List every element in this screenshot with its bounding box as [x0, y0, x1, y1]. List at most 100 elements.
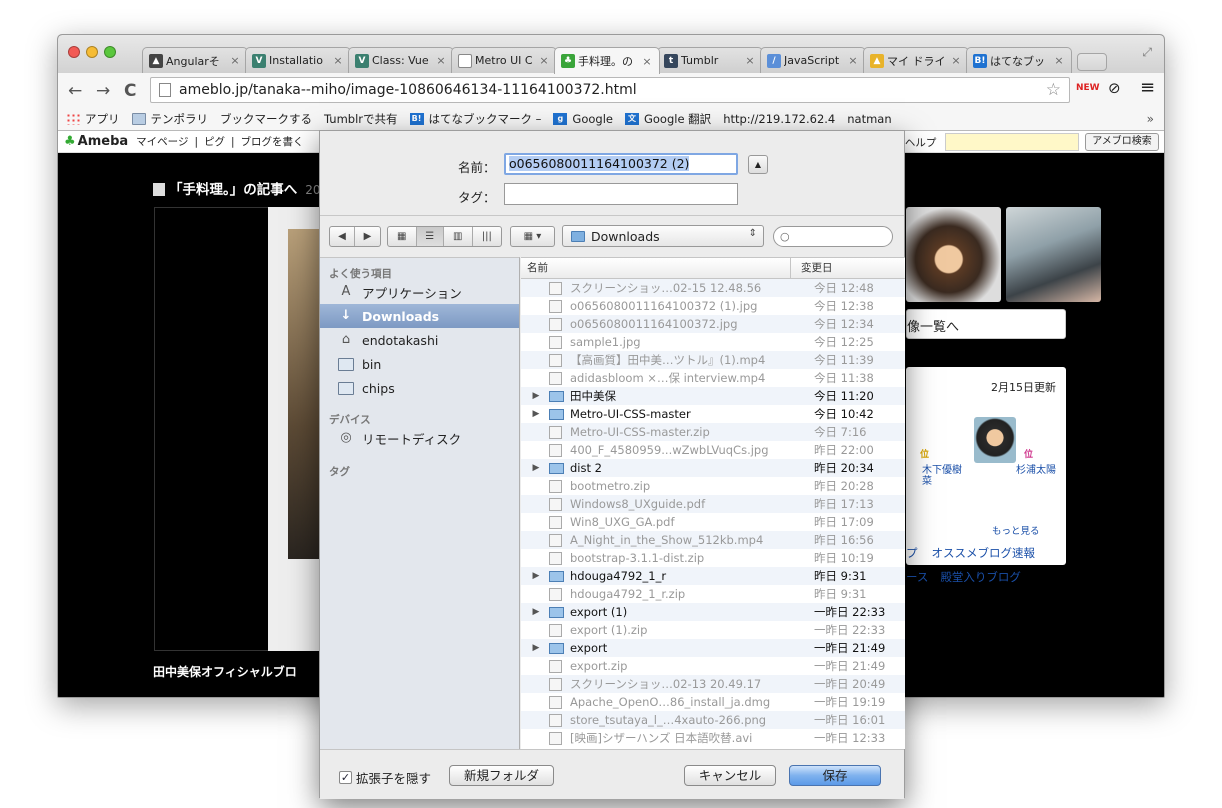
- menu-icon[interactable]: ≡: [1140, 77, 1155, 98]
- tab[interactable]: B! はてなブッ ×: [966, 47, 1072, 73]
- ameba-search-button[interactable]: アメブロ検索: [1085, 133, 1159, 151]
- disclosure-triangle-icon[interactable]: ▶: [529, 409, 543, 419]
- ameba-link[interactable]: ピグ: [204, 136, 225, 148]
- file-row[interactable]: store_tsutaya_l_…4xauto-266.png 一昨日 16:01: [521, 711, 905, 729]
- disclosure-triangle-icon[interactable]: ▶: [529, 463, 543, 473]
- bookmark-item[interactable]: natman: [58, 112, 892, 237]
- file-row[interactable]: Win8_UXG_GA.pdf 昨日 17:09: [521, 513, 905, 531]
- forward-button[interactable]: →: [96, 81, 110, 101]
- file-row[interactable]: スクリーンショッ…02-15 12.48.56 今日 12:48: [521, 279, 905, 297]
- blog-title[interactable]: 田中美保オフィシャルブロ: [153, 663, 297, 680]
- new-extension-icon[interactable]: NEW: [1076, 83, 1100, 93]
- file-row[interactable]: hdouga4792_1_r.zip 昨日 9:31: [521, 585, 905, 603]
- bookmark-item[interactable]: 文 Google 翻訳: [624, 111, 711, 127]
- list-view-icon[interactable]: ☰: [416, 227, 445, 246]
- ranking-name[interactable]: 木下優樹菜: [922, 465, 962, 487]
- bookmark-item[interactable]: ブックマークする: [58, 111, 312, 237]
- bookmark-item[interactable]: Tumblrで共有: [58, 111, 398, 237]
- sidebar-item[interactable]: ◎ リモートディスク: [320, 426, 519, 450]
- date-column-header[interactable]: 変更日: [791, 258, 833, 278]
- close-tab-icon[interactable]: ×: [847, 54, 859, 67]
- minimize-window-button[interactable]: [86, 46, 98, 58]
- folder-row[interactable]: ▶ Metro-UI-CSS-master 今日 10:42: [521, 405, 905, 423]
- search-input[interactable]: ○: [773, 226, 893, 247]
- more-link[interactable]: もっと見る: [992, 523, 1040, 537]
- thumbnail[interactable]: [1006, 207, 1101, 302]
- bookmark-item[interactable]: テンポラリ: [131, 111, 208, 127]
- disclosure-triangle-icon[interactable]: ▶: [529, 391, 543, 401]
- tab[interactable]: V Installatio ×: [245, 47, 351, 73]
- close-tab-icon[interactable]: ×: [332, 54, 344, 67]
- collapse-button[interactable]: ▲: [748, 155, 768, 174]
- name-column-header[interactable]: 名前: [521, 258, 791, 278]
- bookmark-item[interactable]: http://219.172.62.4: [58, 112, 835, 237]
- disclosure-triangle-icon[interactable]: ▶: [529, 643, 543, 653]
- bookmarks-overflow-icon[interactable]: »: [1147, 112, 1154, 126]
- sidebar-item[interactable]: chips: [320, 376, 519, 400]
- file-row[interactable]: スクリーンショッ…02-13 20.49.17 一昨日 20:49: [521, 675, 905, 693]
- file-row[interactable]: 400_F_4580959...wZwbLVuqCs.jpg 昨日 22:00: [521, 441, 905, 459]
- forward-button[interactable]: ▶: [355, 227, 380, 246]
- file-row[interactable]: bootmetro.zip 昨日 20:28: [521, 477, 905, 495]
- sync-extension-icon[interactable]: ⊘: [1108, 79, 1121, 97]
- tag-field[interactable]: [504, 183, 738, 205]
- file-row[interactable]: [映画]シザーハンズ 日本語吹替.avi 一昨日 12:33: [521, 729, 905, 747]
- disclosure-triangle-icon[interactable]: ▶: [529, 607, 543, 617]
- tab[interactable]: V Class: Vue ×: [348, 47, 454, 73]
- disclosure-triangle-icon[interactable]: ▶: [529, 571, 543, 581]
- sidebar-item[interactable]: ⌂ endotakashi: [320, 328, 519, 352]
- close-tab-icon[interactable]: ×: [229, 54, 241, 67]
- hall-of-fame-link[interactable]: ース 殿堂入りブログ: [906, 569, 1021, 585]
- folder-row[interactable]: ▶ export 一昨日 21:49: [521, 639, 905, 657]
- recommended-blog-link[interactable]: プオススメブログ速報: [906, 545, 1035, 561]
- sidebar-item[interactable]: ↓ Downloads: [320, 304, 519, 328]
- new-tab-button[interactable]: [1077, 53, 1107, 71]
- file-row[interactable]: export (1).zip 一昨日 22:33: [521, 621, 905, 639]
- save-button[interactable]: 保存: [789, 765, 881, 786]
- file-row[interactable]: o0656080011164100372 (1).jpg 今日 12:38: [521, 297, 905, 315]
- tab[interactable]: ▲ マイ ドライ ×: [863, 47, 969, 73]
- file-row[interactable]: o0656080011164100372.jpg 今日 12:34: [521, 315, 905, 333]
- hide-extension-checkbox[interactable]: ✓ 拡張子を隠す: [339, 768, 431, 787]
- back-button[interactable]: ←: [68, 81, 82, 101]
- tab[interactable]: Metro UI C ×: [451, 47, 557, 73]
- image-list-button[interactable]: 像一覧へ: [906, 309, 1066, 339]
- file-row[interactable]: A_Night_in_the_Show_512kb.mp4 昨日 16:56: [521, 531, 905, 549]
- folder-row[interactable]: ▶ dist 2 昨日 20:34: [521, 459, 905, 477]
- filename-field[interactable]: o0656080011164100372 (2): [504, 153, 738, 175]
- back-button[interactable]: ◀: [330, 227, 356, 246]
- ameba-link[interactable]: ブログを書く: [241, 136, 304, 148]
- thumbnail[interactable]: [906, 207, 1001, 302]
- file-row[interactable]: sample1.jpg 今日 12:25: [521, 333, 905, 351]
- file-row[interactable]: 【高画質】田中美…ツトル』(1).mp4 今日 11:39: [521, 351, 905, 369]
- bookmark-item[interactable]: B! はてなブックマーク –: [409, 111, 541, 127]
- address-bar[interactable]: ameblo.jp/tanaka--miho/image-10860646134…: [150, 77, 1070, 103]
- bookmark-item[interactable]: g Google: [553, 112, 613, 126]
- tab[interactable]: ▲ Angularそ ×: [142, 47, 248, 73]
- ameba-search-input[interactable]: [945, 133, 1079, 151]
- tab[interactable]: / JavaScript ×: [760, 47, 866, 73]
- reload-button[interactable]: C: [124, 81, 136, 101]
- tab[interactable]: t Tumblr ×: [657, 47, 763, 73]
- file-row[interactable]: export.zip 一昨日 21:49: [521, 657, 905, 675]
- close-tab-icon[interactable]: ×: [641, 55, 653, 68]
- ameba-logo[interactable]: ♣ Ameba: [64, 134, 128, 149]
- zoom-window-button[interactable]: [104, 46, 116, 58]
- cancel-button[interactable]: キャンセル: [684, 765, 776, 786]
- bookmark-item[interactable]: アプリ: [66, 111, 120, 127]
- folder-row[interactable]: ▶ export (1) 一昨日 22:33: [521, 603, 905, 621]
- close-tab-icon[interactable]: ×: [538, 54, 550, 67]
- file-row[interactable]: Metro-UI-CSS-master.zip 今日 7:16: [521, 423, 905, 441]
- file-row[interactable]: Windows8_UXguide.pdf 昨日 17:13: [521, 495, 905, 513]
- tab[interactable]: ♣ 手料理。の ×: [554, 47, 660, 74]
- sidebar-item[interactable]: bin: [320, 352, 519, 376]
- close-tab-icon[interactable]: ×: [1053, 54, 1065, 67]
- avatar[interactable]: [974, 417, 1016, 463]
- new-folder-button[interactable]: 新規フォルダ: [449, 765, 554, 786]
- file-row[interactable]: adidasbloom ×…保 interview.mp4 今日 11:38: [521, 369, 905, 387]
- file-row[interactable]: Apache_OpenO…86_install_ja.dmg 一昨日 19:19: [521, 693, 905, 711]
- coverflow-view-icon[interactable]: |||: [473, 227, 501, 246]
- location-popup[interactable]: Downloads ⇕: [562, 225, 764, 247]
- folder-row[interactable]: ▶ 田中美保 今日 11:20: [521, 387, 905, 405]
- folder-row[interactable]: ▶ hdouga4792_1_r 昨日 9:31: [521, 567, 905, 585]
